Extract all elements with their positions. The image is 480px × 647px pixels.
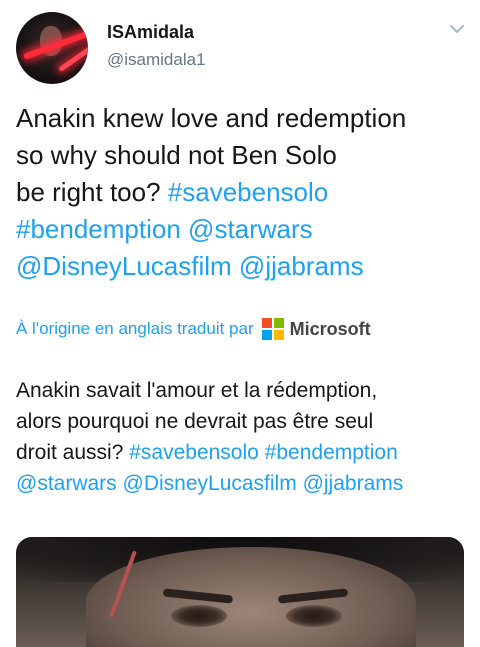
media-face	[86, 547, 416, 647]
tweet-text: Anakin knew love and redemption so why sh…	[16, 100, 466, 285]
avatar-lightsaber-2	[58, 44, 88, 73]
mention-link[interactable]: @starwars	[188, 214, 313, 244]
text-segment: droit aussi?	[16, 441, 130, 464]
translation-label[interactable]: À l'origine en anglais traduit par	[16, 319, 254, 339]
translation-attribution[interactable]: À l'origine en anglais traduit par Micro…	[16, 318, 371, 340]
hashtag-link[interactable]: #savebensolo	[168, 177, 328, 207]
text-line: Anakin savait l'amour et la rédemption,	[16, 375, 471, 406]
hashtag-link[interactable]: #savebensolo	[129, 441, 259, 464]
text-line: be right too? #savebensolo	[16, 174, 466, 211]
microsoft-logo-square	[261, 318, 272, 328]
avatar[interactable]	[16, 12, 88, 84]
tweet-media-image[interactable]	[16, 537, 464, 647]
microsoft-logo-square	[261, 330, 272, 340]
hashtag-link[interactable]: #bendemption	[265, 441, 398, 464]
microsoft-logo-square	[273, 330, 284, 340]
author-handle[interactable]: @isamidala1	[107, 50, 206, 70]
mention-link[interactable]: @DisneyLucasfilm	[16, 251, 232, 281]
mention-link[interactable]: @DisneyLucasfilm	[123, 472, 297, 495]
text-line: alors pourquoi ne devrait pas être seul	[16, 406, 471, 437]
mention-link[interactable]: @jjabrams	[303, 472, 404, 495]
microsoft-logo-icon	[261, 318, 284, 340]
text-line: @starwars @DisneyLucasfilm @jjabrams	[16, 468, 471, 499]
text-segment	[232, 251, 239, 281]
microsoft-logo-square	[273, 318, 284, 328]
text-segment: be right too?	[16, 177, 168, 207]
text-segment: Anakin knew love and redemption	[16, 103, 407, 133]
text-line: #bendemption @starwars	[16, 211, 466, 248]
text-segment: Anakin savait l'amour et la rédemption,	[16, 379, 378, 402]
text-line: droit aussi? #savebensolo #bendemption	[16, 437, 471, 468]
author-name[interactable]: ISAmidala	[107, 22, 194, 43]
text-segment	[181, 214, 188, 244]
translation-provider: Microsoft	[289, 318, 371, 339]
mention-link[interactable]: @starwars	[16, 472, 117, 495]
text-segment: alors pourquoi ne devrait pas être seul	[16, 410, 374, 433]
chevron-down-icon[interactable]	[448, 22, 466, 36]
text-line: Anakin knew love and redemption	[16, 100, 466, 137]
media-eye-right	[286, 605, 342, 627]
hashtag-link[interactable]: #bendemption	[16, 214, 181, 244]
mention-link[interactable]: @jjabrams	[239, 251, 364, 281]
text-line: @DisneyLucasfilm @jjabrams	[16, 248, 466, 285]
translated-text: Anakin savait l'amour et la rédemption, a…	[16, 375, 471, 499]
media-eye-left	[171, 605, 227, 627]
text-line: so why should not Ben Solo	[16, 137, 466, 174]
text-segment: so why should not Ben Solo	[16, 140, 337, 170]
